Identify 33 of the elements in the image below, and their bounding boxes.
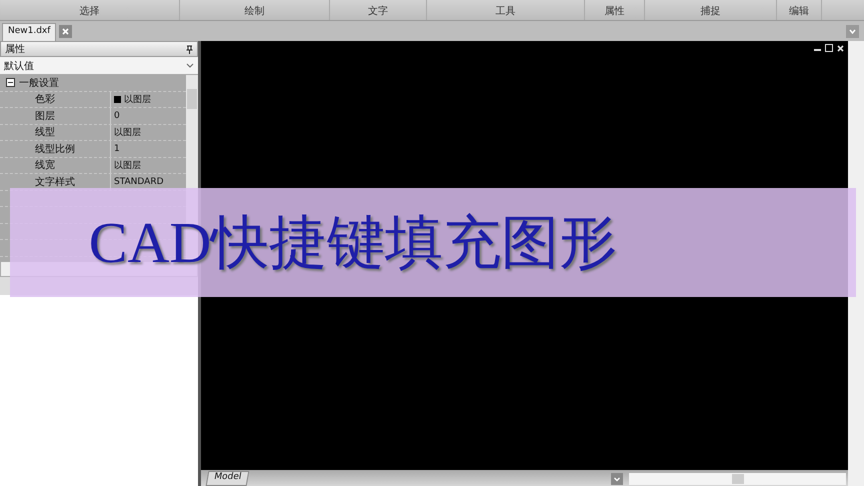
group-label: 一般设置 <box>19 76 59 90</box>
property-name: 线宽 <box>0 158 111 173</box>
property-name: 色彩 <box>0 92 111 107</box>
property-value: 以图层 <box>114 160 141 172</box>
ribbon-group-label: 编辑 <box>789 4 809 18</box>
restore-icon[interactable] <box>825 44 833 52</box>
property-name: 线型 <box>0 124 111 140</box>
banner-title: CAD快捷键填充图形 <box>88 208 618 276</box>
collapse-icon[interactable] <box>6 78 15 88</box>
chevron-down-icon[interactable] <box>846 25 859 38</box>
chevron-down-icon[interactable] <box>611 472 623 484</box>
ribbon-group-label: 捕捉 <box>700 4 720 18</box>
property-value: 1 <box>114 144 120 154</box>
panel-title: 属性 <box>5 42 25 56</box>
ribbon-group-label: 工具 <box>496 5 516 18</box>
property-value: 以图层 <box>124 94 151 106</box>
ribbon-group-label: 绘制 <box>244 4 264 18</box>
pin-icon[interactable] <box>186 44 193 54</box>
chevron-down-icon <box>186 63 194 68</box>
ribbon-group-label: 文字 <box>368 4 388 18</box>
property-value: STANDARD <box>114 176 164 187</box>
property-value: 以图层 <box>114 126 141 139</box>
dropdown[interactable]: 默认值 <box>0 57 198 75</box>
property-name: 线型比例 <box>0 141 111 156</box>
layout-tab[interactable]: Model <box>206 471 250 486</box>
close-icon[interactable] <box>837 44 844 52</box>
color-swatch-icon <box>114 96 121 103</box>
property-value: 0 <box>114 110 120 121</box>
property-name: 图层 <box>0 108 111 124</box>
horizontal-scrollbar[interactable] <box>629 472 846 484</box>
ribbon-group-label: 属性 <box>604 4 624 18</box>
document-tab[interactable]: New1.dxf <box>2 23 56 41</box>
ribbon-group-label: 选择 <box>80 4 100 18</box>
